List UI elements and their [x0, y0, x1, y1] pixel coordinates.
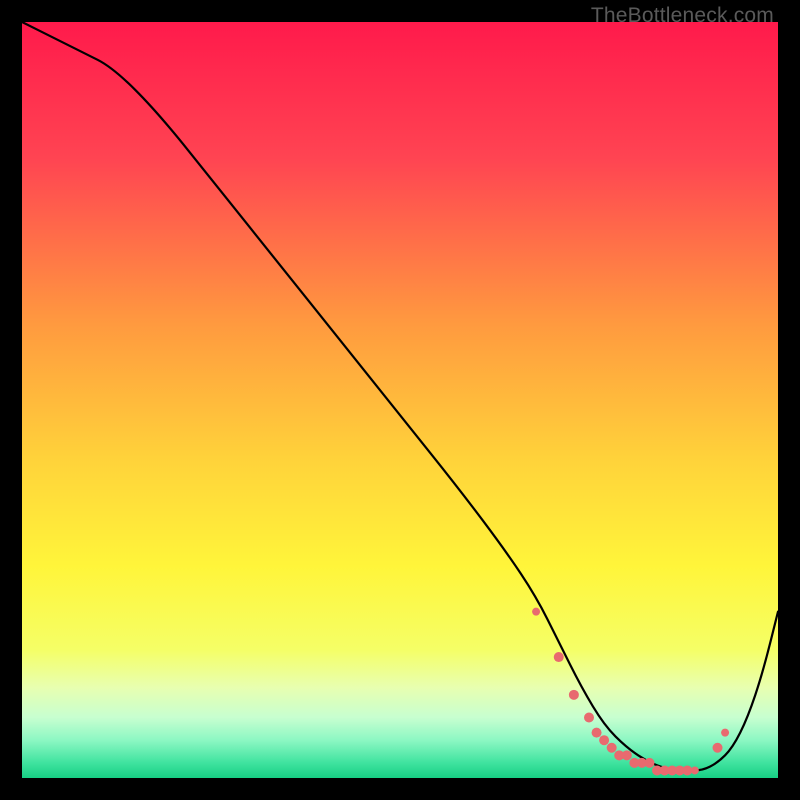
marker-point [584, 713, 594, 723]
marker-point [569, 690, 579, 700]
chart-background [22, 22, 778, 778]
watermark-text: TheBottleneck.com [591, 4, 774, 28]
marker-point [532, 608, 540, 616]
marker-point [721, 729, 729, 737]
marker-point [691, 766, 699, 774]
marker-point [592, 728, 602, 738]
marker-point [682, 765, 692, 775]
chart-svg [22, 22, 778, 778]
marker-point [713, 743, 723, 753]
marker-point [554, 652, 564, 662]
marker-point [607, 743, 617, 753]
chart-frame [22, 22, 778, 778]
marker-point [599, 735, 609, 745]
marker-point [644, 758, 654, 768]
marker-point [622, 750, 632, 760]
